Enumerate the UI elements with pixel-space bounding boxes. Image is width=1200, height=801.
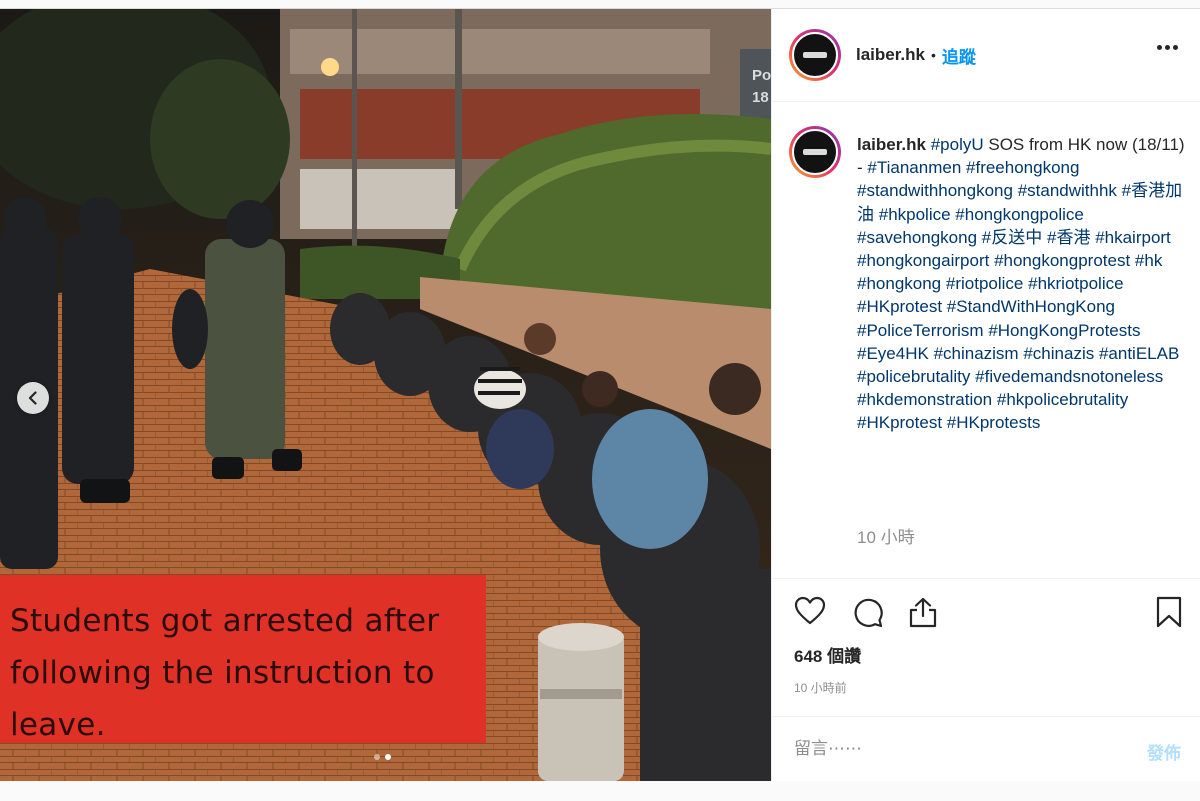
caption-text: laiber.hk #polyU SOS from HK now (18/11)… [857,133,1192,435]
caption-hashtag[interactable]: #香港 [1047,228,1090,247]
header-separator: • [930,47,936,63]
post-header: laiber.hk • 追蹤 [772,9,1200,102]
caption-hashtag[interactable]: #standwithhongkong [857,181,1013,200]
post-actions: 648 個讚 10 小時前 [772,578,1200,716]
follow-button[interactable]: 追蹤 [942,43,976,68]
image-caption-text: Students got arrested after following th… [10,603,440,743]
chevron-left-icon [28,391,37,405]
caption-area: laiber.hk #polyU SOS from HK now (18/11)… [772,103,1200,578]
carousel-dot-active [385,754,391,760]
post-side-panel: laiber.hk • 追蹤 laiber.hk #polyU SOS from… [771,9,1200,781]
carousel-prev-button[interactable] [17,382,49,414]
caption-hashtag[interactable]: #反送中 [982,228,1042,247]
caption-hashtag[interactable]: #chinazism [934,344,1019,363]
caption-hashtag[interactable]: #hongkongprotest [994,251,1130,270]
caption-hashtag[interactable]: #freehongkong [966,158,1079,177]
carousel-dot [374,754,380,760]
header-username[interactable]: laiber.hk [856,45,925,65]
post-card: Po 18 Students got arrested after follow… [0,8,1200,781]
action-icons [794,596,1186,630]
post-media[interactable]: Po 18 Students got arrested after follow… [0,9,771,781]
add-comment-bar: 發佈 [772,716,1200,781]
caption-hashtag[interactable]: #hkdemonstration [857,390,992,409]
caption-hashtag[interactable]: #Tiananmen [867,158,961,177]
caption-hashtag[interactable]: #hkairport [1095,228,1171,247]
caption-hashtag[interactable]: #StandWithHongKong [947,297,1115,316]
caption-hashtag[interactable]: #antiELAB [1099,344,1179,363]
avatar[interactable] [789,29,841,81]
caption-hashtag[interactable]: #HongKongProtests [988,321,1140,340]
caption-hashtag[interactable]: #hongkongairport [857,251,989,270]
caption-hashtag[interactable]: #riotpolice [946,274,1024,293]
image-caption-overlay: Students got arrested after following th… [0,575,486,743]
caption-hashtag[interactable]: #HKprotest [857,413,942,432]
caption-username[interactable]: laiber.hk [857,135,926,154]
caption-hashtag[interactable]: #Eye4HK [857,344,929,363]
caption-avatar[interactable] [789,126,841,178]
caption-hashtag[interactable]: #savehongkong [857,228,977,247]
more-options-icon[interactable] [1157,45,1178,50]
caption-hashtag[interactable]: #hk [1135,251,1162,270]
caption-hashtag[interactable]: #hongkong [857,274,941,293]
avatar-logo [803,52,827,58]
caption-hashtag[interactable]: #HKprotest [857,297,942,316]
caption-hashtag[interactable]: #hkriotpolice [1028,274,1123,293]
caption-hashtag[interactable]: #PoliceTerrorism [857,321,984,340]
post-comment-button[interactable]: 發佈 [1147,739,1181,764]
likes-count[interactable]: 648 個讚 [794,642,861,667]
caption-hashtag[interactable]: #policebrutality [857,367,970,386]
post-time-ago[interactable]: 10 小時前 [794,679,847,696]
caption-hashtag[interactable]: #chinazis [1023,344,1094,363]
caption-hashtag[interactable]: #HKprotests [947,413,1041,432]
bookmark-icon[interactable] [1156,596,1182,628]
share-icon[interactable] [908,596,938,628]
caption-hashtag[interactable]: #fivedemandsnotoneless [975,367,1163,386]
heart-icon[interactable] [794,596,826,626]
caption-hashtag[interactable]: #hkpolicebrutality [997,390,1128,409]
caption-hashtag[interactable]: #hkpolice [879,205,951,224]
hashtag-list: #Tiananmen #freehongkong #standwithhongk… [857,158,1182,432]
comment-input[interactable] [794,733,1114,765]
caption-hashtag[interactable]: #hongkongpolice [955,205,1084,224]
building-sign-text: Po 18 [752,67,771,106]
caption-hashtag[interactable]: #polyU [931,135,984,154]
caption-hashtag[interactable]: #standwithhk [1018,181,1117,200]
comment-icon[interactable] [852,596,884,628]
caption-timestamp[interactable]: 10 小時 [857,523,915,548]
carousel-indicator [374,754,391,760]
